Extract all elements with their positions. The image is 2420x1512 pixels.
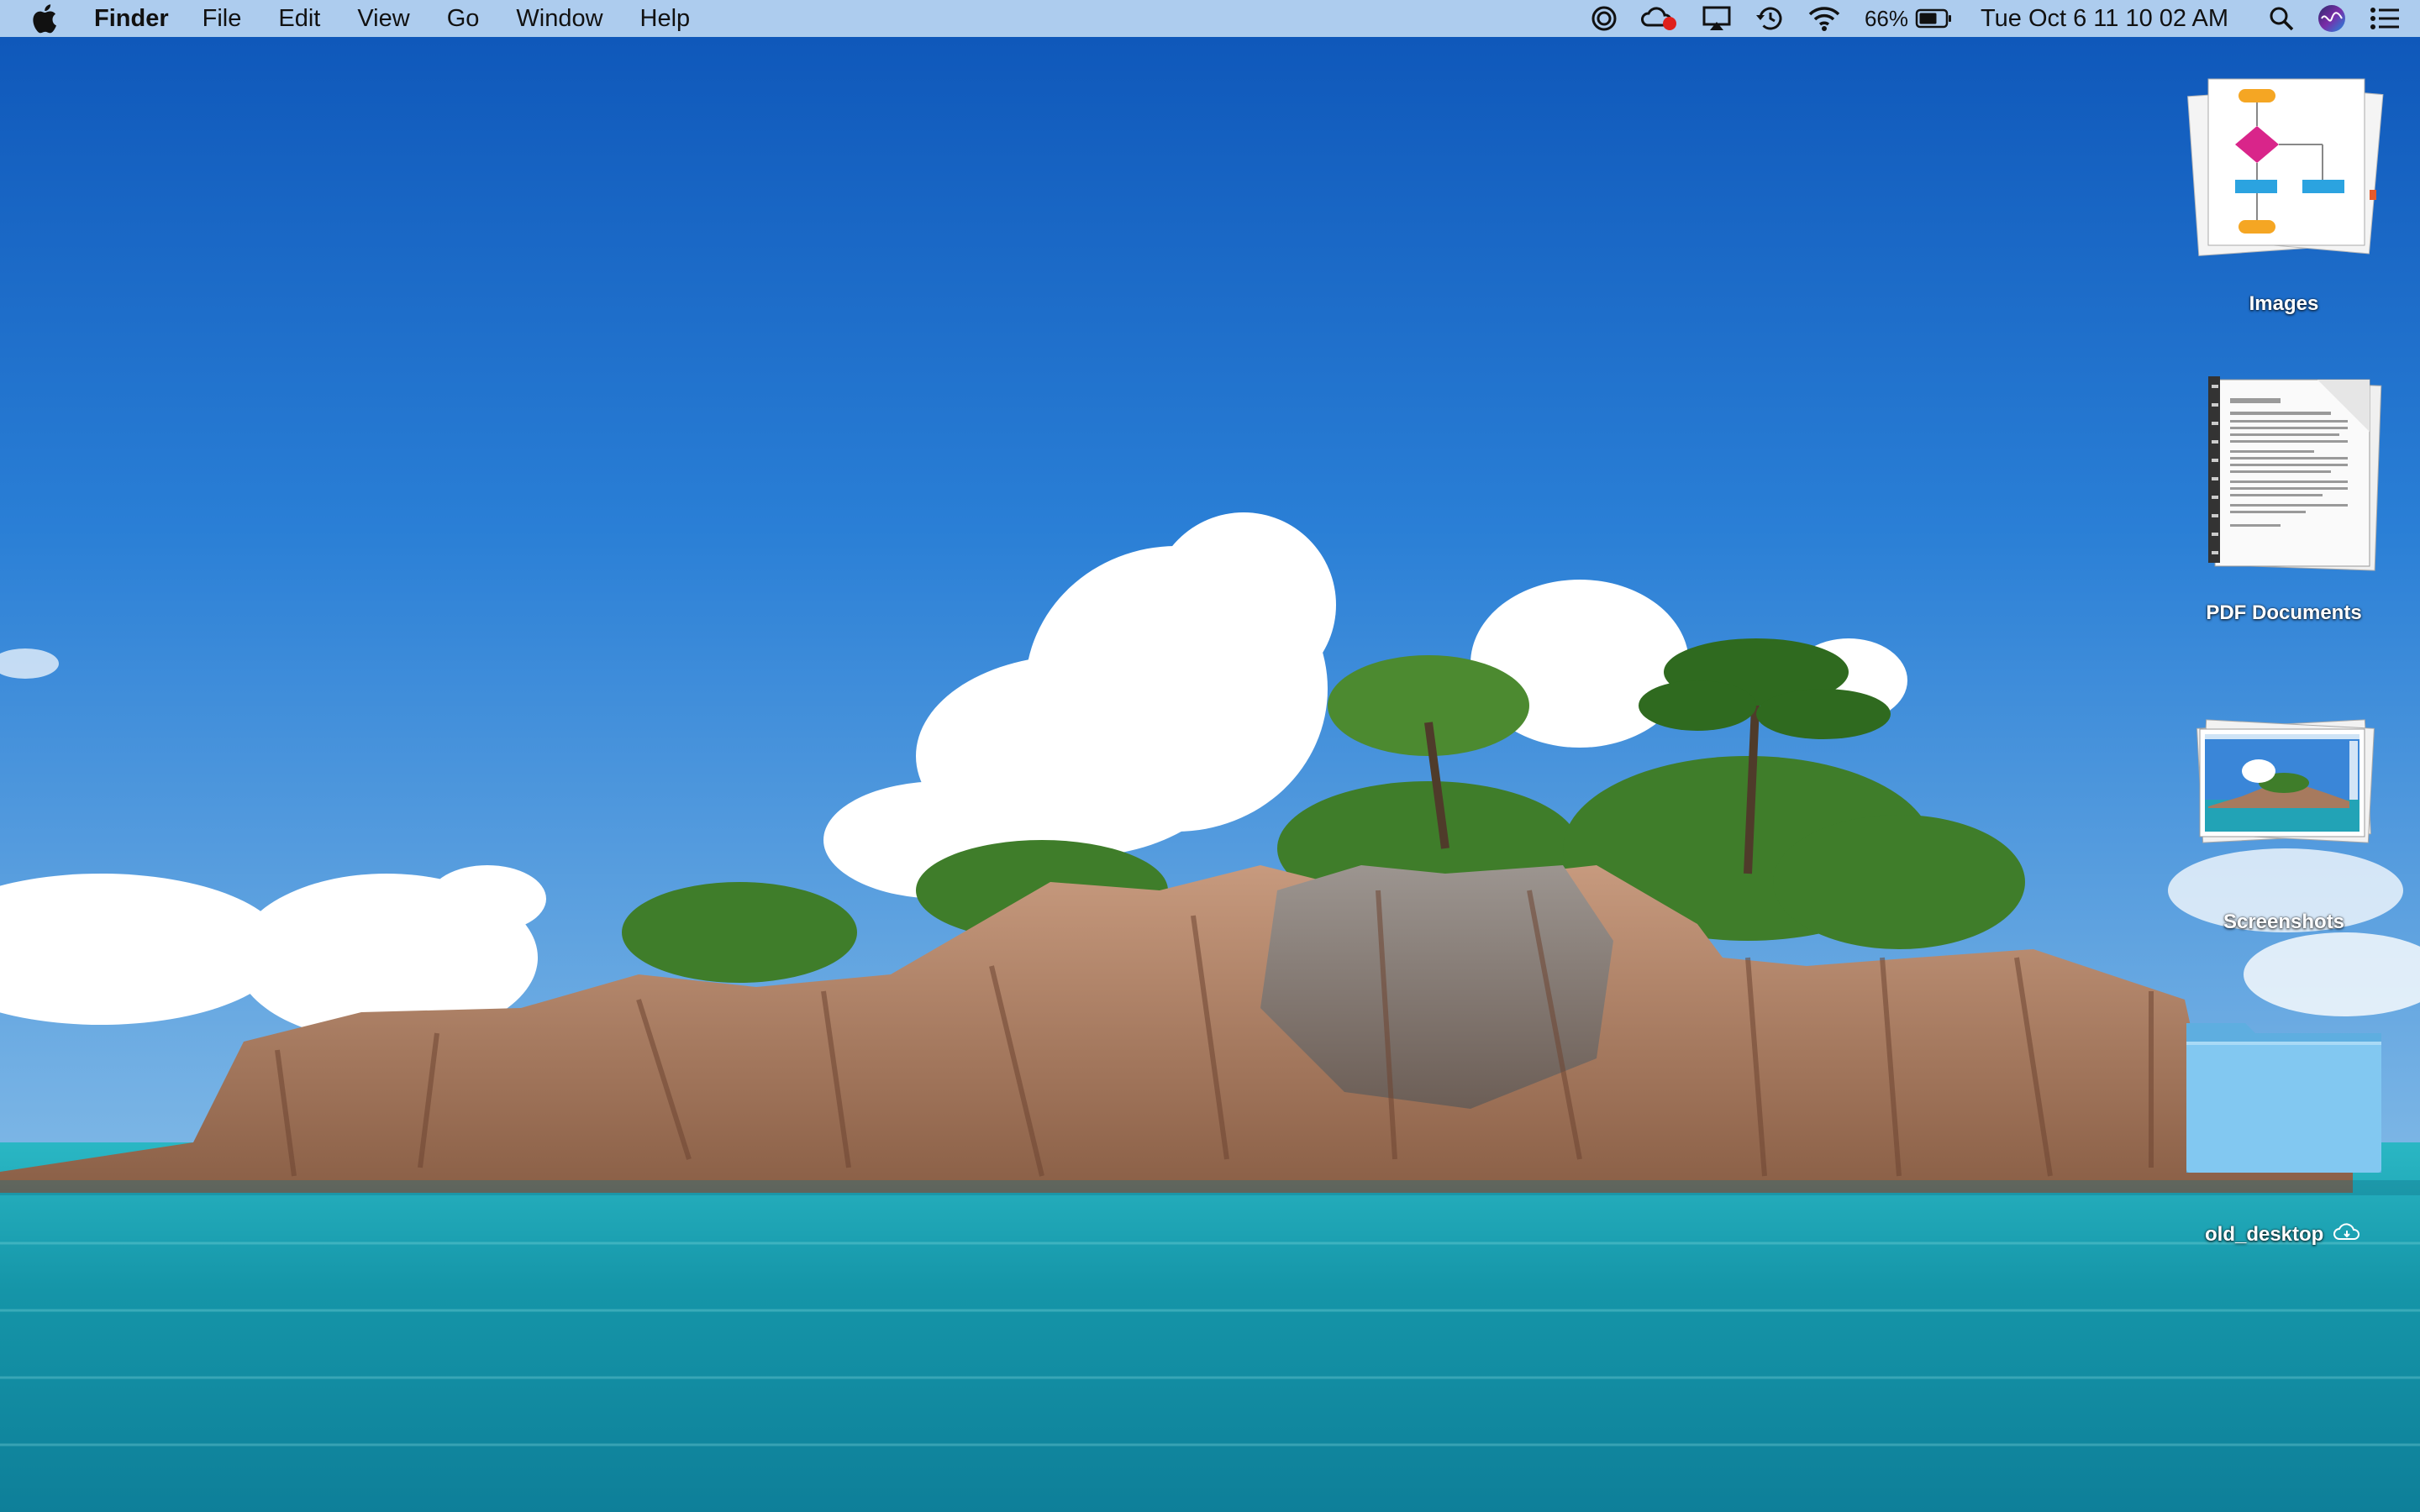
airplay-icon[interactable]: [1702, 5, 1732, 32]
menu-help[interactable]: Help: [640, 5, 691, 33]
battery-status[interactable]: 66%: [1865, 6, 1952, 32]
menu-window[interactable]: Window: [516, 5, 602, 33]
screenshots-stack-icon: [2175, 719, 2393, 849]
creative-cloud-icon[interactable]: [1640, 5, 1678, 32]
folder-icon: [2175, 1013, 2393, 1185]
menu-clock[interactable]: Tue Oct 6 11 10 02 AM: [1981, 5, 2228, 33]
desktop-item-screenshots[interactable]: Screenshots: [2175, 719, 2393, 937]
menu-view[interactable]: View: [357, 5, 409, 33]
images-stack-icon: [2175, 72, 2393, 270]
wifi-icon[interactable]: [1807, 5, 1841, 32]
notification-center-icon[interactable]: [2370, 7, 2400, 30]
time-machine-icon[interactable]: [1755, 5, 1784, 32]
menu-go[interactable]: Go: [447, 5, 480, 33]
spotlight-search-icon[interactable]: [2269, 6, 2294, 31]
menu-bar-status: 66% Tue Oct 6 11 10 02 AM: [1567, 0, 2420, 37]
siri-icon[interactable]: [2317, 4, 2346, 33]
desktop-item-old-desktop[interactable]: old_desktop: [2175, 1013, 2393, 1248]
menu-edit[interactable]: Edit: [278, 5, 320, 33]
desktop-item-label-row: old_desktop: [2175, 1223, 2393, 1247]
screen-recording-icon[interactable]: [1591, 5, 1618, 32]
pdf-documents-stack-icon: [2175, 373, 2393, 579]
desktop-item-label: PDF Documents: [2206, 601, 2362, 624]
desktop-item-pdf-documents[interactable]: PDF Documents: [2175, 373, 2393, 633]
desktop-item-label: Screenshots: [2223, 911, 2345, 933]
desktop-item-images[interactable]: Images: [2175, 72, 2393, 324]
battery-icon: [1915, 8, 1952, 29]
desktop-item-label: Images: [2249, 292, 2319, 315]
desktop-wallpaper: [0, 0, 2420, 1512]
menu-app-name[interactable]: Finder: [94, 5, 169, 33]
menu-file[interactable]: File: [203, 5, 242, 33]
menu-bar: Finder File Edit View Go Window Help 66%: [0, 0, 2420, 37]
battery-percent: 66%: [1864, 5, 1908, 31]
menu-bar-left: Finder File Edit View Go Window Help: [0, 0, 727, 37]
desktop-item-label: old_desktop: [2204, 1223, 2324, 1246]
icloud-sync-icon: [2333, 1223, 2363, 1247]
apple-menu-icon[interactable]: [32, 3, 60, 34]
